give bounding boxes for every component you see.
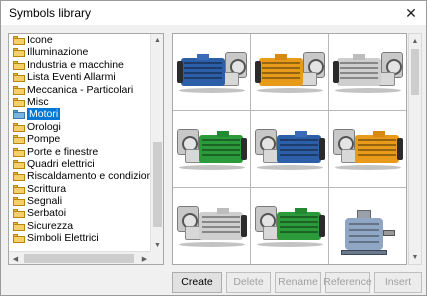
scroll-up-arrow-icon[interactable]: ▲ [409, 34, 421, 48]
symbol-cell[interactable] [251, 34, 329, 111]
orange-motor-icon [255, 52, 325, 94]
folder-icon [13, 48, 25, 58]
grid-scroll-thumb[interactable] [411, 49, 419, 95]
folder-icon [13, 85, 25, 95]
symbol-cell[interactable] [329, 188, 406, 264]
tree-item[interactable]: Quadri elettrici [9, 158, 151, 170]
tree-item-label: Icone [27, 34, 53, 46]
tree-scroll-thumb[interactable] [153, 142, 162, 227]
folder-icon [13, 159, 25, 169]
tree-item-label: Meccanica - Particolari [27, 83, 134, 96]
blue-motor-2-icon [255, 129, 325, 171]
tree-item-label: Illuminazione [27, 46, 89, 59]
tree-item-label: Misc [27, 95, 49, 108]
tree-item-label: Sicurezza [27, 219, 74, 232]
tree-item-label: Segnali [27, 195, 63, 208]
tree-item[interactable]: Simboli Elettrici [9, 232, 151, 244]
open-folder-icon [13, 110, 25, 120]
scroll-up-arrow-icon[interactable]: ▲ [151, 34, 163, 47]
scrollbar-corner [150, 251, 163, 264]
tree-item[interactable]: Misc [9, 96, 151, 108]
tree-item-label: Orologi [27, 120, 61, 133]
symbol-cell[interactable] [173, 188, 251, 264]
tree-item[interactable]: Pompe [9, 133, 151, 145]
tree-item[interactable]: Porte e finestre [9, 146, 151, 158]
tree-item-label: Motori [27, 108, 61, 121]
tree-vertical-scrollbar[interactable]: ▲ ▼ [150, 34, 163, 252]
folder-icon [13, 221, 25, 231]
gray-motor-2-icon [177, 206, 247, 248]
tree-item[interactable]: Orologi [9, 121, 151, 133]
folder-icon [13, 209, 25, 219]
create-button[interactable]: Create [172, 272, 222, 293]
scroll-left-arrow-icon[interactable]: ◀ [9, 252, 22, 264]
scroll-down-arrow-icon[interactable]: ▼ [409, 250, 421, 264]
folder-icon [13, 147, 25, 157]
symbol-cell[interactable] [251, 188, 329, 264]
tree-item-label: Simboli Elettrici [27, 232, 99, 245]
orange-motor-2-icon [333, 129, 403, 171]
folder-icon [13, 122, 25, 132]
tree-item-label: Pompe [27, 133, 61, 146]
grid-vertical-scrollbar[interactable]: ▲ ▼ [408, 33, 422, 265]
rename-button[interactable]: Rename [275, 272, 321, 293]
green-motor-2-icon [255, 206, 325, 248]
tree-item-label: Lista Eventi Allarmi [27, 71, 116, 84]
folder-icon [13, 60, 25, 70]
folder-icon [13, 234, 25, 244]
folder-icon [13, 172, 25, 182]
category-tree[interactable]: Icone Illuminazione Industria e macchine Li… [8, 33, 164, 265]
window-title: Symbols library [9, 6, 92, 20]
insert-button[interactable]: Insert [374, 272, 422, 293]
gray-motor-icon [333, 52, 403, 94]
tree-item-label: Quadri elettrici [27, 157, 95, 170]
folder-icon [13, 73, 25, 83]
folder-icon [13, 184, 25, 194]
symbol-cell[interactable] [173, 111, 251, 188]
green-motor-icon [177, 129, 247, 171]
tree-item-label: Porte e finestre [27, 145, 99, 158]
tree-item-label: Industria e macchine [27, 58, 124, 71]
folder-icon [13, 197, 25, 207]
symbol-cell[interactable] [173, 34, 251, 111]
folder-icon [13, 97, 25, 107]
symbol-cell[interactable] [329, 34, 406, 111]
folder-icon [13, 36, 25, 45]
large-motor-icon [337, 204, 401, 258]
tree-item-label: Scrittura [27, 182, 67, 195]
folder-icon [13, 135, 25, 145]
tree-horizontal-scrollbar[interactable]: ◀ ▶ [9, 251, 151, 264]
title-bar: Symbols library ✕ [1, 1, 426, 25]
tree-item[interactable]: Scrittura [9, 183, 151, 195]
tree-item-label: Serbatoi [27, 207, 67, 220]
symbol-grid [172, 33, 407, 265]
tree-item[interactable]: Illuminazione [9, 46, 151, 58]
close-icon[interactable]: ✕ [396, 1, 426, 25]
tree-item[interactable]: Sicurezza [9, 220, 151, 232]
blue-motor-icon [177, 52, 247, 94]
tree-item[interactable]: Lista Eventi Allarmi [9, 71, 151, 83]
tree-item[interactable]: Meccanica - Particolari [9, 84, 151, 96]
category-list: Icone Illuminazione Industria e macchine Li… [9, 34, 151, 252]
tree-item[interactable]: Serbatoi [9, 207, 151, 219]
symbol-cell[interactable] [251, 111, 329, 188]
reference-button[interactable]: Reference [323, 272, 372, 293]
tree-item[interactable]: Segnali [9, 195, 151, 207]
symbol-cell[interactable] [329, 111, 406, 188]
tree-item[interactable]: Icone [9, 34, 151, 46]
tree-hscroll-thumb[interactable] [24, 254, 134, 263]
tree-item[interactable]: Riscaldamento e condizionamento [9, 170, 151, 182]
delete-button[interactable]: Delete [226, 272, 271, 293]
symbols-library-window: Symbols library ✕ Icone Illuminazione Indu… [0, 0, 427, 296]
tree-item[interactable]: Industria e macchine [9, 59, 151, 71]
tree-item-label: Riscaldamento e condizionamento [27, 170, 151, 183]
tree-item[interactable]: Motori [9, 108, 151, 121]
